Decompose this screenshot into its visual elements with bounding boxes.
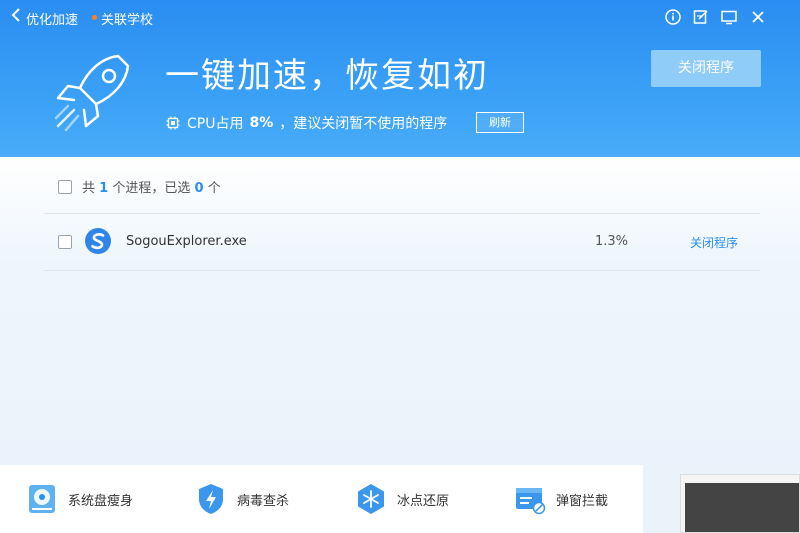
tool-label: 系统盘瘦身 xyxy=(68,493,134,509)
summary-text: 共 1 个进程，已选 0 个 xyxy=(82,177,221,196)
top-banner: 优化加速 关联学校 一键加速，恢复如初 CPU占用 8% ，建议关闭暂不使用的程… xyxy=(0,0,800,157)
monitor-icon[interactable] xyxy=(720,8,738,26)
back-label[interactable]: 优化加速 xyxy=(26,9,78,28)
summary-mid: 个进程，已选 xyxy=(112,181,191,196)
tab-associated-school[interactable]: 关联学校 xyxy=(101,9,153,28)
cpu-value: 8% xyxy=(249,115,274,131)
process-name: SogouExplorer.exe xyxy=(126,234,247,249)
tool-disk-slim[interactable]: 系统盘瘦身 xyxy=(26,482,133,516)
headline: 一键加速，恢复如初 xyxy=(165,56,489,96)
preview-thumbnail[interactable] xyxy=(680,474,800,533)
table-row[interactable]: SogouExplorer.exe 1.3% 关闭程序 xyxy=(44,214,760,270)
title-bar: 优化加速 关联学校 xyxy=(0,0,800,34)
process-cpu: 1.3% xyxy=(595,234,629,249)
close-icon[interactable] xyxy=(749,8,767,26)
sogou-browser-icon xyxy=(85,228,111,254)
tool-label: 病毒查杀 xyxy=(237,493,290,509)
select-all-checkbox[interactable] xyxy=(58,179,72,194)
info-icon[interactable] xyxy=(664,8,682,26)
bottom-toolbar: 系统盘瘦身 病毒查杀 冰点还原 弹窗拦截 xyxy=(0,465,643,533)
cpu-suffix: ，建议关闭暂不使用的程序 xyxy=(279,116,448,132)
cpu-chip-icon xyxy=(166,116,180,130)
cpu-usage-line: CPU占用 8% ，建议关闭暂不使用的程序 xyxy=(165,113,447,133)
preview-thumbnail-image xyxy=(685,483,799,532)
tool-label: 冰点还原 xyxy=(397,493,450,509)
disk-icon xyxy=(29,485,55,513)
close-programs-button[interactable]: 关闭程序 xyxy=(651,50,761,87)
edit-icon[interactable] xyxy=(692,8,710,26)
process-total-count: 1 xyxy=(99,181,109,196)
divider xyxy=(44,270,760,271)
summary-prefix: 共 xyxy=(82,181,96,196)
close-program-link[interactable]: 关闭程序 xyxy=(690,234,738,251)
tab-dot xyxy=(92,15,97,20)
cpu-prefix: CPU占用 xyxy=(187,116,244,132)
tool-virus-scan[interactable]: 病毒查杀 xyxy=(195,482,289,516)
tool-popup-block[interactable]: 弹窗拦截 xyxy=(514,482,608,516)
snowflake-icon xyxy=(358,484,384,514)
back-icon[interactable] xyxy=(10,7,22,27)
process-summary: 共 1 个进程，已选 0 个 xyxy=(58,177,221,196)
process-checkbox[interactable] xyxy=(58,235,72,249)
selected-count: 0 xyxy=(194,181,204,196)
tool-label: 弹窗拦截 xyxy=(556,493,609,509)
refresh-button[interactable]: 刷新 xyxy=(476,112,524,133)
popup-block-icon xyxy=(516,488,546,515)
summary-suffix: 个 xyxy=(207,181,221,196)
shield-bolt-icon xyxy=(199,484,223,514)
tool-freeze-restore[interactable]: 冰点还原 xyxy=(355,482,449,516)
rocket-icon xyxy=(54,54,130,132)
process-list-panel: 共 1 个进程，已选 0 个 SogouExplorer.exe 1.3% 关闭… xyxy=(0,157,800,465)
